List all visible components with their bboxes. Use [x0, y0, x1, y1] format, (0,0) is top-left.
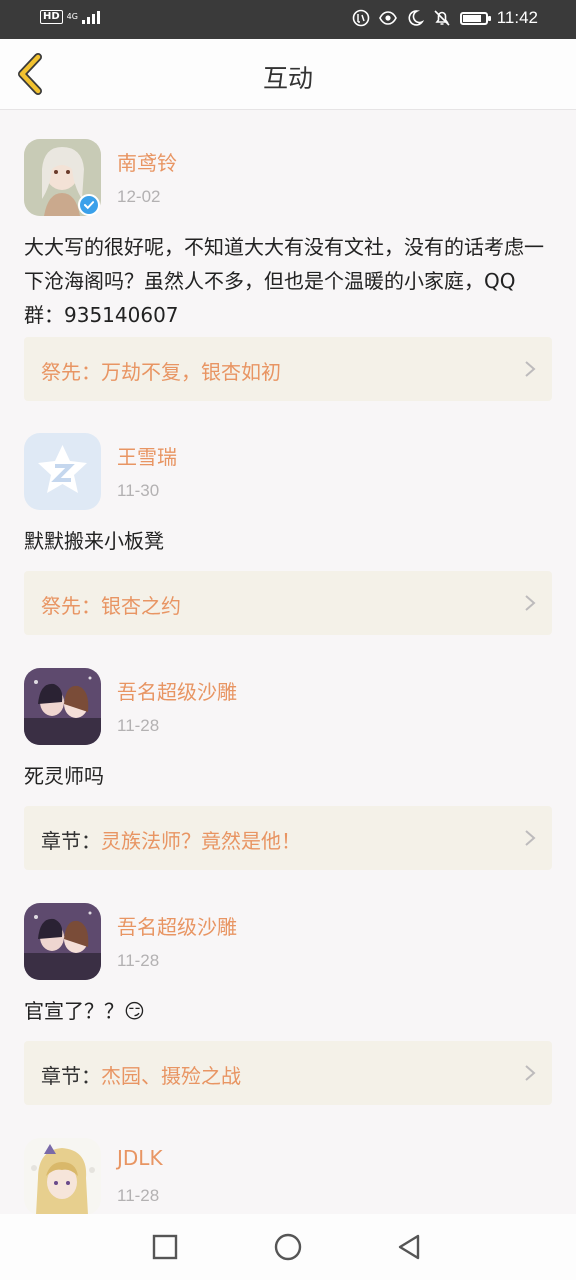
chevron-right-icon — [525, 830, 536, 846]
battery-fill — [462, 14, 482, 22]
reference-label: 祭先： — [41, 594, 101, 618]
top-nav-bar: 互动 — [0, 39, 576, 110]
user-name[interactable]: JDLK — [117, 1146, 163, 1170]
verified-badge-icon — [78, 194, 100, 216]
reference-title: 万劫不复，银杏如初 — [101, 360, 281, 384]
triangle-back-icon[interactable] — [394, 1232, 424, 1262]
data-saver-icon — [352, 9, 370, 27]
signal-icon — [81, 9, 100, 24]
clock: 11:42 — [496, 8, 538, 27]
user-name[interactable]: 吾名超级沙雕 — [117, 676, 237, 705]
chevron-right-icon — [525, 1065, 536, 1081]
circle-icon[interactable] — [273, 1232, 303, 1262]
system-nav-bar — [0, 1214, 576, 1280]
reference-label: 章节： — [41, 1064, 101, 1088]
avatar[interactable] — [24, 433, 101, 510]
post-date: 11-28 — [117, 951, 160, 970]
status-right: 11:42 — [352, 8, 538, 28]
reference-title: 银杏之约 — [101, 594, 181, 618]
eye-icon — [378, 11, 397, 25]
status-left: HD 4G — [40, 9, 100, 24]
comment-text: 大大写的很好呢，不知道大大有没有文社，没有的话考虑一下沧海阁吗？虽然人不多，但也… — [24, 235, 544, 327]
user-name[interactable]: 王雪瑞 — [117, 441, 177, 470]
post-date: 11-28 — [117, 716, 160, 735]
reference-text: 祭先：万劫不复，银杏如初 — [41, 356, 281, 385]
post-date: 11-30 — [117, 481, 160, 500]
avatar[interactable] — [24, 1138, 101, 1214]
reference-title: 灵族法师？竟然是他！ — [101, 829, 301, 853]
comment-text: 官宣了？？😏 — [24, 999, 145, 1023]
chevron-right-icon — [525, 595, 536, 611]
square-icon[interactable] — [150, 1232, 180, 1262]
moon-icon — [408, 10, 424, 26]
bell-off-icon — [434, 10, 450, 26]
reference-label: 祭先： — [41, 360, 101, 384]
reference-link[interactable]: 章节：杰园、摄殓之战 — [24, 1041, 552, 1105]
page-title: 互动 — [262, 64, 313, 93]
hd-badge: HD — [40, 9, 63, 24]
network-type: 4G — [66, 12, 78, 21]
reference-label: 章节： — [41, 829, 101, 853]
post-date: 11-28 — [117, 1186, 160, 1205]
avatar[interactable] — [24, 668, 101, 745]
comment-text: 默默搬来小板凳 — [24, 529, 164, 553]
chevron-right-icon — [525, 361, 536, 377]
user-name[interactable]: 南鸢铃 — [117, 147, 177, 176]
battery-icon — [459, 11, 491, 25]
reference-title: 杰园、摄殓之战 — [101, 1064, 241, 1088]
reference-link[interactable]: 祭先：银杏之约 — [24, 571, 552, 635]
reference-link[interactable]: 祭先：万劫不复，银杏如初 — [24, 337, 552, 401]
interaction-feed[interactable]: 南鸢铃 12-02 大大写的很好呢，不知道大大有没有文社，没有的话考虑一下沧海阁… — [0, 110, 576, 1214]
user-name[interactable]: 吾名超级沙雕 — [117, 911, 237, 940]
post-date: 12-02 — [117, 187, 161, 206]
reference-text: 祭先：银杏之约 — [41, 590, 181, 619]
reference-link[interactable]: 章节：灵族法师？竟然是他！ — [24, 806, 552, 870]
avatar[interactable] — [24, 903, 101, 980]
comment-text: 死灵师吗 — [24, 764, 104, 788]
reference-text: 章节：杰园、摄殓之战 — [41, 1060, 241, 1089]
reference-text: 章节：灵族法师？竟然是他！ — [41, 825, 301, 854]
status-bar: HD 4G 11:42 — [0, 0, 576, 39]
